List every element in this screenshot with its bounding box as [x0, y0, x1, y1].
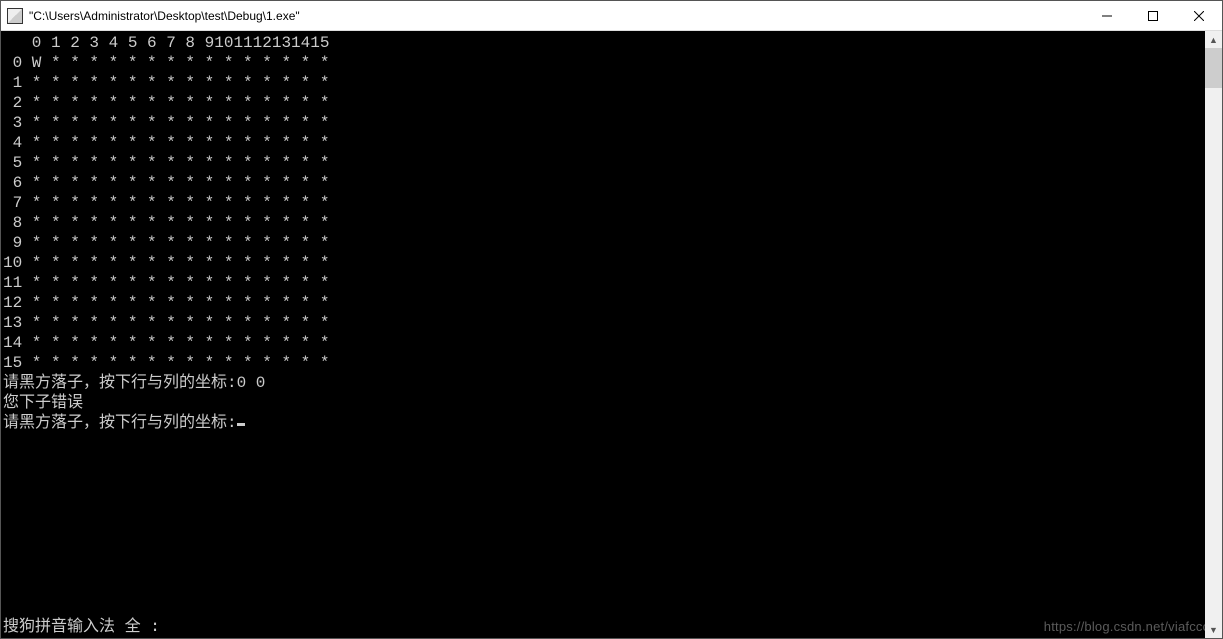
console-output: 0 1 2 3 4 5 6 7 8 9101112131415 0 W * * … [1, 31, 1222, 638]
app-icon [7, 8, 23, 24]
minimize-button[interactable] [1084, 1, 1130, 30]
text-cursor [237, 423, 245, 426]
scroll-up-button[interactable]: ▲ [1205, 31, 1222, 48]
window-title: "C:\Users\Administrator\Desktop\test\Deb… [29, 9, 1084, 23]
scroll-down-button[interactable]: ▼ [1205, 621, 1222, 638]
titlebar[interactable]: "C:\Users\Administrator\Desktop\test\Deb… [1, 1, 1222, 31]
console-area[interactable]: 0 1 2 3 4 5 6 7 8 9101112131415 0 W * * … [1, 31, 1222, 638]
window-frame: "C:\Users\Administrator\Desktop\test\Deb… [0, 0, 1223, 639]
close-button[interactable] [1176, 1, 1222, 30]
scroll-thumb[interactable] [1205, 48, 1222, 88]
ime-status: 搜狗拼音输入法 全 : [3, 612, 160, 636]
scrollbar[interactable]: ▲ ▼ [1205, 31, 1222, 638]
maximize-button[interactable] [1130, 1, 1176, 30]
scroll-track[interactable] [1205, 48, 1222, 621]
window-controls [1084, 1, 1222, 30]
